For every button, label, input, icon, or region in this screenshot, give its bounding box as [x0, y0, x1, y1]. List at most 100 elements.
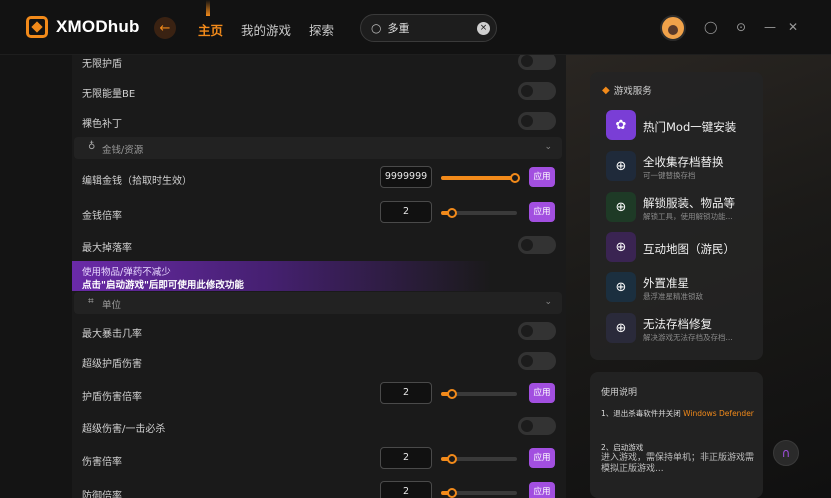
download-icon: ⊕ [606, 151, 636, 181]
value-slider[interactable] [441, 488, 517, 498]
search-bar[interactable]: ○ × [360, 14, 497, 42]
toggle-switch[interactable] [518, 322, 556, 340]
apply-button[interactable]: 应用 [529, 448, 555, 468]
setting-row: 最大掉落率 [72, 230, 566, 260]
setting-label: 金钱倍率 [82, 211, 122, 222]
toggle-switch[interactable] [518, 236, 556, 254]
setting-label: 伤害倍率 [82, 457, 122, 468]
setting-label: 防御倍率 [82, 491, 122, 498]
notice-feature: 使用物品/弹药不减少 [82, 267, 171, 278]
setting-label: 最大掉落率 [82, 243, 132, 254]
setting-label: 编辑金钱（拾取时生效） [82, 176, 192, 187]
settings-panel: 无限护盾 无限能量BE 裸色补丁 ♁ 金钱/资源 ⌄ 编辑金钱（拾取时生效） 9… [72, 55, 566, 498]
service-name: 互动地图（游民） [643, 242, 735, 256]
settings-icon[interactable]: ⊙ [736, 20, 746, 34]
setting-label: 裸色补丁 [82, 119, 122, 130]
service-desc: 解锁工具，使用解锁功能... [643, 212, 733, 221]
setting-row: 护盾伤害倍率 2 应用 [72, 379, 566, 409]
help-step-2-title: 2、启动游戏 [601, 443, 644, 452]
slider-knob[interactable] [447, 488, 458, 498]
service-desc: 悬浮准星精准锁敌 [643, 292, 703, 301]
help-step-1-highlight: Windows Defender [683, 409, 754, 418]
service-item[interactable]: ⊕ 解锁服装、物品等 解锁工具，使用解锁功能... [606, 192, 756, 224]
usage-instructions-card: 使用说明 1、退出杀毒软件并关闭 Windows Defender 2、启动游戏… [590, 372, 763, 498]
setting-row: 超级伤害/一击必杀 [72, 411, 566, 441]
toggle-switch[interactable] [518, 352, 556, 370]
value-slider[interactable] [441, 208, 517, 218]
coin-icon: ♁ [88, 141, 96, 152]
value-slider[interactable] [441, 173, 520, 183]
apply-button[interactable]: 应用 [529, 383, 555, 403]
service-item[interactable]: ⊕ 互动地图（游民） [606, 232, 756, 264]
value-input[interactable]: 2 [380, 481, 432, 498]
map-icon: ⊕ [606, 232, 636, 262]
setting-row: 金钱倍率 2 应用 [72, 198, 566, 228]
download-icon: ⊕ [606, 192, 636, 222]
clear-search-icon[interactable]: × [477, 21, 490, 35]
value-input[interactable]: 9999999 [380, 166, 432, 188]
setting-row: 防御倍率 2 应用 [72, 478, 566, 498]
back-button[interactable]: ← [154, 17, 176, 39]
setting-label: 护盾伤害倍率 [82, 392, 142, 403]
apply-button[interactable]: 应用 [529, 482, 555, 498]
avatar[interactable] [660, 15, 686, 41]
section-title: 单位 [102, 300, 122, 311]
service-name: 无法存档修复 [643, 317, 712, 331]
toggle-switch[interactable] [518, 55, 556, 70]
value-slider[interactable] [441, 454, 517, 464]
setting-row: 超级护盾伤害 [72, 346, 566, 376]
help-step-2-body: 进入游戏，需保持单机；非正版游戏需模拟正版游戏... [601, 453, 755, 474]
slider-knob[interactable] [509, 173, 520, 183]
download-icon: ⊕ [606, 313, 636, 343]
search-input[interactable] [387, 21, 471, 35]
section-money-header[interactable]: ♁ 金钱/资源 ⌄ [74, 137, 562, 159]
value-input[interactable]: 2 [380, 382, 432, 404]
setting-row: 最大暴击几率 [72, 316, 566, 346]
mod-icon: ✿ [606, 110, 636, 140]
xmodhub-logo-icon [26, 16, 48, 38]
download-icon: ⊕ [606, 272, 636, 302]
close-icon[interactable]: ✕ [788, 20, 798, 34]
service-name: 全收集存档替换 [643, 155, 724, 169]
nav-item-home[interactable]: 主页 [198, 0, 223, 39]
setting-label: 超级护盾伤害 [82, 359, 142, 370]
nav-item-explore[interactable]: 探索 [309, 20, 334, 39]
setting-row: 无限能量BE [72, 76, 566, 106]
slider-knob[interactable] [447, 454, 458, 464]
value-input[interactable]: 2 [380, 201, 432, 223]
top-bar: XMODhub ← 主页 我的游戏 探索 ○ × ◯ ⊙ — ✕ [0, 0, 831, 55]
setting-label: 无限能量BE [82, 89, 136, 100]
setting-row: 伤害倍率 2 应用 [72, 444, 566, 474]
help-step-1-text: 1、退出杀毒软件并关闭 [601, 409, 681, 418]
app-logo[interactable]: XMODhub [26, 16, 140, 38]
toggle-switch[interactable] [518, 417, 556, 435]
apply-button[interactable]: 应用 [529, 167, 555, 187]
minimize-icon[interactable]: — [764, 20, 776, 34]
help-step-1: 1、退出杀毒软件并关闭 Windows Defender [601, 408, 757, 419]
app-name: XMODhub [56, 17, 140, 36]
chevron-down-icon: ⌄ [544, 142, 552, 152]
setting-row: 编辑金钱（拾取时生效） 9999999 应用 [72, 163, 566, 193]
slider-knob[interactable] [447, 389, 458, 399]
toggle-switch[interactable] [518, 82, 556, 100]
help-step-2: 2、启动游戏 进入游戏，需保持单机；非正版游戏需模拟正版游戏... [601, 442, 757, 475]
nav-item-my-games[interactable]: 我的游戏 [241, 20, 291, 39]
status-icon[interactable]: ◯ [704, 20, 717, 34]
chevron-down-icon: ⌄ [544, 297, 552, 307]
apply-button[interactable]: 应用 [529, 202, 555, 222]
service-item[interactable]: ⊕ 无法存档修复 解决游戏无法存档及存档... [606, 313, 756, 345]
service-item[interactable]: ⊕ 外置准星 悬浮准星精准锁敌 [606, 272, 756, 304]
section-unit-header[interactable]: ⌗ 单位 ⌄ [74, 292, 562, 314]
toggle-switch[interactable] [518, 112, 556, 130]
unit-icon: ⌗ [88, 296, 94, 307]
support-headset-button[interactable]: ∩ [773, 440, 799, 466]
section-title: 金钱/资源 [102, 145, 144, 156]
service-item[interactable]: ✿ 热门Mod一键安装 [606, 110, 756, 142]
service-item[interactable]: ⊕ 全收集存档替换 可一键替换存档 [606, 151, 756, 183]
slider-knob[interactable] [447, 208, 458, 218]
value-slider[interactable] [441, 389, 517, 399]
value-input[interactable]: 2 [380, 447, 432, 469]
setting-label: 最大暴击几率 [82, 329, 142, 340]
service-name: 外置准星 [643, 276, 689, 290]
search-icon: ○ [371, 21, 382, 35]
